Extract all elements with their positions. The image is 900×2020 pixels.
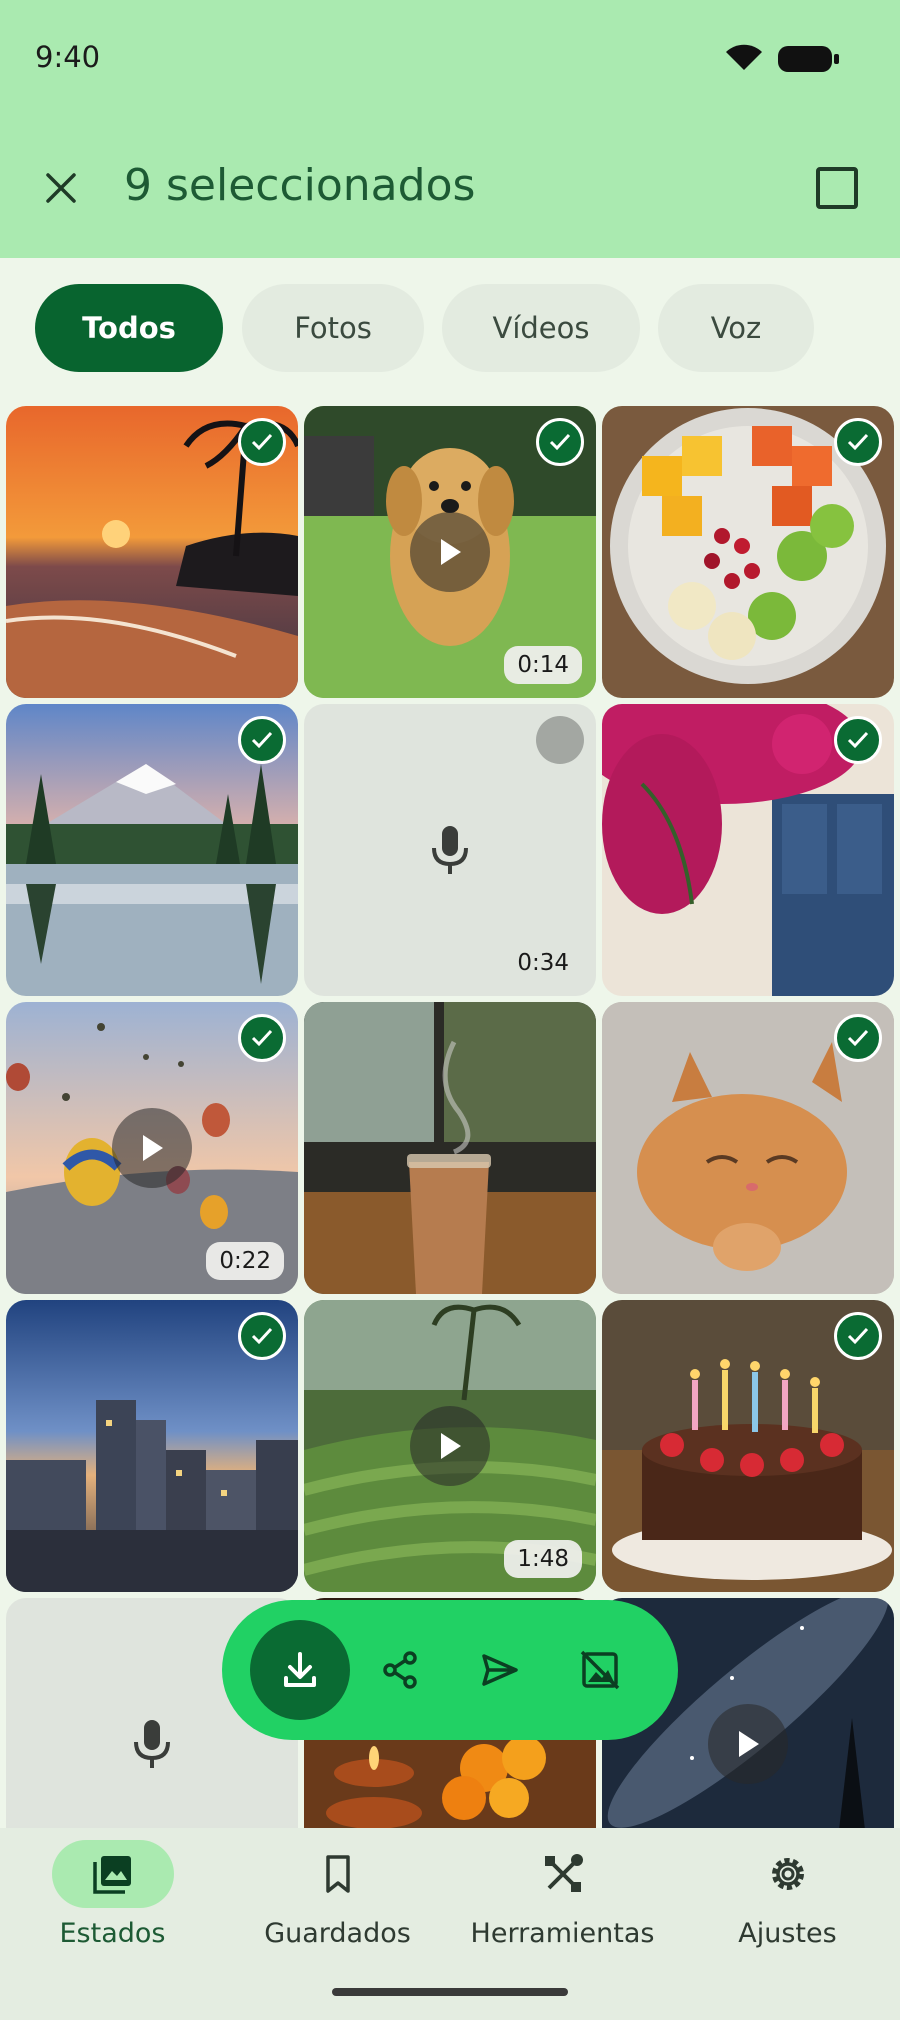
iced-coffee-image [304, 1002, 596, 1294]
gallery-icon [92, 1856, 131, 1894]
unselected-circle-icon[interactable] [536, 716, 584, 764]
status-tile-city-dusk[interactable] [6, 1300, 298, 1592]
microphone-icon [432, 826, 468, 874]
nav-guardados[interactable]: Guardados [225, 1840, 450, 1949]
gear-icon [771, 1858, 804, 1890]
selected-check-icon [536, 418, 584, 466]
nav-ajustes[interactable]: Ajustes [675, 1840, 900, 1949]
status-tile-birthday-cake[interactable] [602, 1300, 894, 1592]
status-tile-flower-door[interactable] [602, 704, 894, 996]
video-duration: 0:22 [206, 1242, 284, 1280]
nav-label: Guardados [264, 1918, 411, 1949]
wifi-icon [726, 44, 762, 70]
status-tile-mountain-lake[interactable] [6, 704, 298, 996]
status-tile-rice-terraces[interactable]: 1:48 [304, 1300, 596, 1592]
chip-todos[interactable]: Todos [35, 284, 223, 372]
selected-check-icon [238, 1312, 286, 1360]
status-tile-voice[interactable]: 0:34 [304, 704, 596, 996]
hide-image-icon [580, 1650, 620, 1690]
play-button[interactable] [112, 1108, 192, 1188]
voice-duration: 0:34 [517, 950, 569, 976]
selection-count-title: 9 seleccionados [124, 160, 476, 211]
play-icon [143, 1135, 163, 1161]
battery-icon [778, 46, 839, 72]
play-button[interactable] [410, 1406, 490, 1486]
send-icon [482, 1654, 518, 1686]
bottom-navigation: Estados Guardados Herramientas Ajustes [0, 1828, 900, 2020]
select-all-checkbox[interactable] [816, 167, 858, 209]
chip-videos[interactable]: Vídeos [442, 284, 640, 372]
tools-icon [544, 1854, 583, 1892]
selected-check-icon [834, 1014, 882, 1062]
selected-check-icon [834, 418, 882, 466]
selection-action-bar [222, 1600, 678, 1740]
nav-estados[interactable]: Estados [0, 1840, 225, 1949]
selected-check-icon [238, 418, 286, 466]
send-button[interactable] [450, 1620, 550, 1720]
microphone-icon [134, 1720, 170, 1768]
nav-herramientas[interactable]: Herramientas [450, 1840, 675, 1949]
play-button[interactable] [410, 512, 490, 592]
download-icon [284, 1652, 316, 1687]
status-tile-fruit-bowl[interactable] [602, 406, 894, 698]
home-indicator [332, 1988, 568, 1996]
download-button[interactable] [250, 1620, 350, 1720]
close-selection-button[interactable] [35, 162, 87, 214]
close-icon [46, 173, 76, 203]
play-icon [441, 539, 461, 565]
hide-button[interactable] [550, 1620, 650, 1720]
chip-fotos[interactable]: Fotos [242, 284, 424, 372]
play-icon [739, 1731, 759, 1757]
selected-check-icon [834, 1312, 882, 1360]
play-icon [441, 1433, 461, 1459]
video-duration: 0:14 [504, 646, 582, 684]
selection-app-bar: 9:40 9 seleccionados [0, 0, 900, 258]
status-tile-iced-coffee[interactable] [304, 1002, 596, 1294]
status-tile-puppy[interactable]: 0:14 [304, 406, 596, 698]
nav-label: Ajustes [738, 1918, 837, 1949]
share-button[interactable] [350, 1620, 450, 1720]
status-bar: 9:40 [0, 0, 900, 118]
share-icon [383, 1651, 417, 1689]
play-button[interactable] [708, 1704, 788, 1784]
status-tile-sleeping-kitten[interactable] [602, 1002, 894, 1294]
video-duration: 1:48 [504, 1540, 582, 1578]
bookmark-icon [325, 1855, 350, 1893]
nav-label: Estados [59, 1918, 166, 1949]
selected-check-icon [238, 1014, 286, 1062]
selected-check-icon [834, 716, 882, 764]
nav-label: Herramientas [470, 1918, 655, 1949]
status-tile-sunset-beach[interactable] [6, 406, 298, 698]
selected-check-icon [238, 716, 286, 764]
status-time: 9:40 [35, 40, 101, 74]
chip-voz[interactable]: Voz [658, 284, 814, 372]
status-tile-hot-air-balloons[interactable]: 0:22 [6, 1002, 298, 1294]
